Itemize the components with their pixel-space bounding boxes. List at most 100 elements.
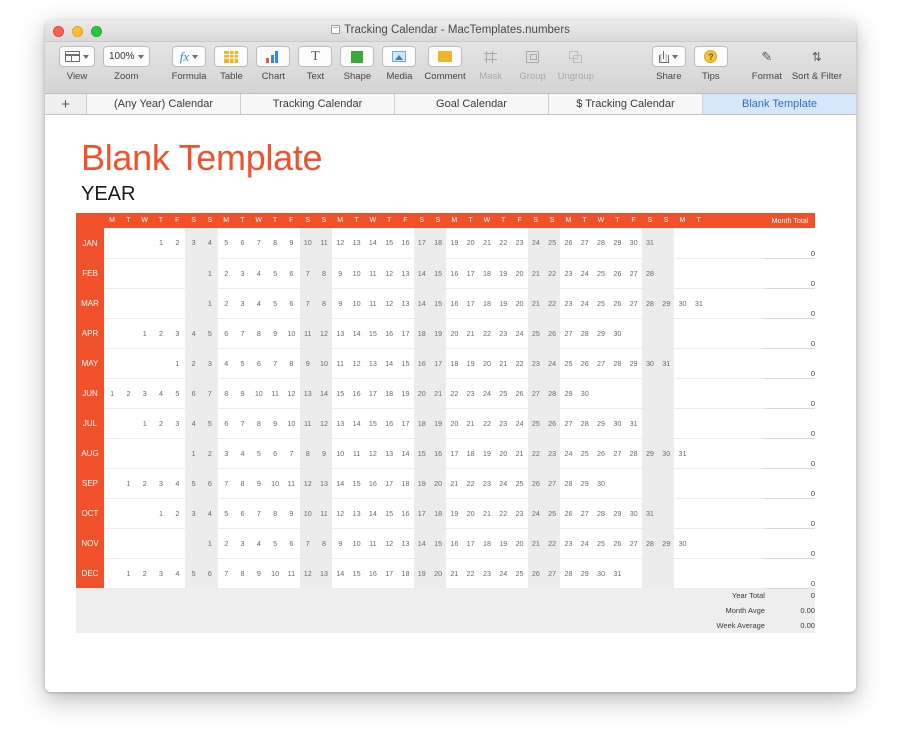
calendar-day-cell[interactable]: 28 (560, 468, 577, 499)
calendar-day-cell[interactable] (104, 258, 121, 289)
calendar-day-cell[interactable] (641, 558, 659, 589)
calendar-day-cell[interactable]: 13 (315, 468, 333, 499)
calendar-day-cell[interactable] (658, 558, 675, 589)
calendar-day-cell[interactable]: 8 (315, 288, 333, 319)
calendar-day-cell[interactable]: 27 (609, 438, 626, 469)
calendar-day-cell[interactable] (674, 348, 691, 379)
text-button[interactable]: T Text (298, 46, 333, 82)
calendar-day-cell[interactable]: 14 (381, 348, 398, 379)
calendar-day-cell[interactable]: 2 (169, 498, 186, 529)
calendar-day-cell[interactable]: 25 (511, 558, 528, 589)
calendar-day-cell[interactable] (625, 468, 642, 499)
calendar-day-cell[interactable]: 22 (527, 438, 545, 469)
calendar-day-cell[interactable]: 10 (299, 498, 316, 529)
calendar-day-cell[interactable] (658, 258, 675, 289)
calendar-day-cell[interactable]: 24 (478, 378, 496, 409)
calendar-day-cell[interactable]: 2 (120, 378, 137, 409)
calendar-day-cell[interactable]: 5 (218, 498, 235, 529)
calendar-day-cell[interactable]: 23 (478, 558, 496, 589)
calendar-day-cell[interactable] (674, 318, 691, 349)
calendar-day-cell[interactable]: 21 (478, 498, 496, 529)
calendar-day-cell[interactable]: 18 (397, 558, 414, 589)
calendar-day-cell[interactable]: 20 (413, 378, 430, 409)
month-total-cell[interactable]: 0 (764, 438, 815, 469)
month-total-cell[interactable]: 0 (764, 318, 815, 349)
calendar-day-cell[interactable]: 9 (266, 318, 284, 349)
calendar-day-cell[interactable]: 29 (576, 468, 593, 499)
calendar-day-cell[interactable] (185, 258, 202, 289)
calendar-day-cell[interactable] (152, 438, 170, 469)
calendar-day-cell[interactable]: 3 (234, 528, 251, 559)
calendar-day-cell[interactable]: 18 (413, 318, 430, 349)
calendar-day-cell[interactable]: 10 (283, 318, 300, 349)
calendar-day-cell[interactable]: 4 (201, 498, 219, 529)
calendar-day-cell[interactable]: 11 (283, 468, 300, 499)
calendar-day-cell[interactable] (169, 528, 186, 559)
calendar-day-cell[interactable]: 25 (592, 258, 610, 289)
calendar-day-cell[interactable]: 16 (397, 498, 414, 529)
calendar-day-cell[interactable]: 29 (592, 318, 610, 349)
sheet-tab-0[interactable]: (Any Year) Calendar (87, 94, 241, 114)
calendar-day-cell[interactable]: 30 (592, 468, 610, 499)
calendar-day-cell[interactable]: 12 (315, 408, 333, 439)
calendar-day-cell[interactable]: 9 (283, 498, 300, 529)
calendar-day-cell[interactable] (120, 318, 137, 349)
calendar-day-cell[interactable]: 27 (527, 378, 545, 409)
calendar-day-cell[interactable]: 1 (152, 498, 170, 529)
calendar-day-cell[interactable]: 23 (527, 348, 545, 379)
calendar-day-cell[interactable]: 9 (234, 378, 251, 409)
calendar-day-cell[interactable]: 26 (544, 318, 561, 349)
calendar-day-cell[interactable]: 7 (266, 348, 284, 379)
calendar-day-cell[interactable]: 20 (462, 498, 479, 529)
calendar-day-cell[interactable]: 2 (152, 318, 170, 349)
sheet-tab-3[interactable]: $ Tracking Calendar (549, 94, 703, 114)
calendar-day-cell[interactable]: 20 (495, 438, 512, 469)
calendar-day-cell[interactable]: 11 (315, 498, 333, 529)
calendar-month-row[interactable]: SEP 1 2 3 4 5 6 7 8 9 10 11 12 13 14 15 16 17 18 19 20 21 22 23… (76, 468, 815, 499)
calendar-day-cell[interactable] (104, 228, 121, 259)
calendar-day-cell[interactable]: 3 (234, 288, 251, 319)
calendar-day-cell[interactable]: 29 (592, 408, 610, 439)
calendar-day-cell[interactable]: 6 (218, 408, 235, 439)
calendar-day-cell[interactable]: 4 (152, 378, 170, 409)
calendar-day-cell[interactable]: 28 (641, 288, 659, 319)
calendar-day-cell[interactable]: 16 (348, 378, 365, 409)
calendar-day-cell[interactable] (690, 318, 707, 349)
calendar-day-cell[interactable] (136, 288, 153, 319)
calendar-day-cell[interactable]: 17 (462, 288, 479, 319)
media-button[interactable]: Media (382, 46, 417, 82)
calendar-day-cell[interactable]: 21 (446, 558, 463, 589)
calendar-day-cell[interactable] (674, 468, 691, 499)
calendar-day-cell[interactable]: 17 (462, 258, 479, 289)
calendar-day-cell[interactable]: 5 (201, 318, 219, 349)
calendar-day-cell[interactable]: 13 (348, 498, 365, 529)
calendar-day-cell[interactable]: 14 (413, 528, 430, 559)
calendar-day-cell[interactable]: 1 (152, 228, 170, 259)
calendar-day-cell[interactable]: 26 (609, 288, 626, 319)
calendar-month-row[interactable]: JUN 1 2 3 4 5 6 7 8 9 10 11 12 13 14 15 16 17 18 19 20 21 22 23… (76, 378, 815, 409)
calendar-month-row[interactable]: JUL 1 2 3 4 5 6 7 8 9 10 11 12 13 14 15 16 17 18 19 20 21 22 23… (76, 408, 815, 439)
calendar-day-cell[interactable]: 18 (462, 438, 479, 469)
calendar-day-cell[interactable]: 13 (332, 318, 349, 349)
calendar-day-cell[interactable] (104, 318, 121, 349)
calendar-day-cell[interactable]: 4 (250, 258, 267, 289)
calendar-day-cell[interactable]: 5 (169, 378, 186, 409)
month-total-cell[interactable]: 0 (764, 378, 815, 409)
calendar-day-cell[interactable] (104, 288, 121, 319)
calendar-day-cell[interactable]: 8 (218, 378, 235, 409)
calendar-day-cell[interactable]: 20 (429, 468, 447, 499)
calendar-day-cell[interactable]: 17 (381, 468, 398, 499)
calendar-day-cell[interactable] (104, 408, 121, 439)
calendar-month-row[interactable]: JAN 1 2 3 4 5 6 7 8 9 10 11 12 13 14 15 16 17 18 19 20 21 22 23… (76, 228, 815, 259)
calendar-day-cell[interactable]: 12 (381, 258, 398, 289)
calendar-day-cell[interactable]: 18 (429, 498, 447, 529)
calendar-day-cell[interactable]: 9 (283, 228, 300, 259)
calendar-day-cell[interactable]: 29 (576, 558, 593, 589)
calendar-day-cell[interactable]: 18 (429, 228, 447, 259)
calendar-day-cell[interactable]: 17 (413, 498, 430, 529)
calendar-day-cell[interactable]: 21 (527, 258, 545, 289)
calendar-day-cell[interactable]: 18 (397, 468, 414, 499)
calendar-day-cell[interactable]: 19 (495, 528, 512, 559)
calendar-day-cell[interactable]: 6 (185, 378, 202, 409)
calendar-day-cell[interactable]: 17 (397, 318, 414, 349)
